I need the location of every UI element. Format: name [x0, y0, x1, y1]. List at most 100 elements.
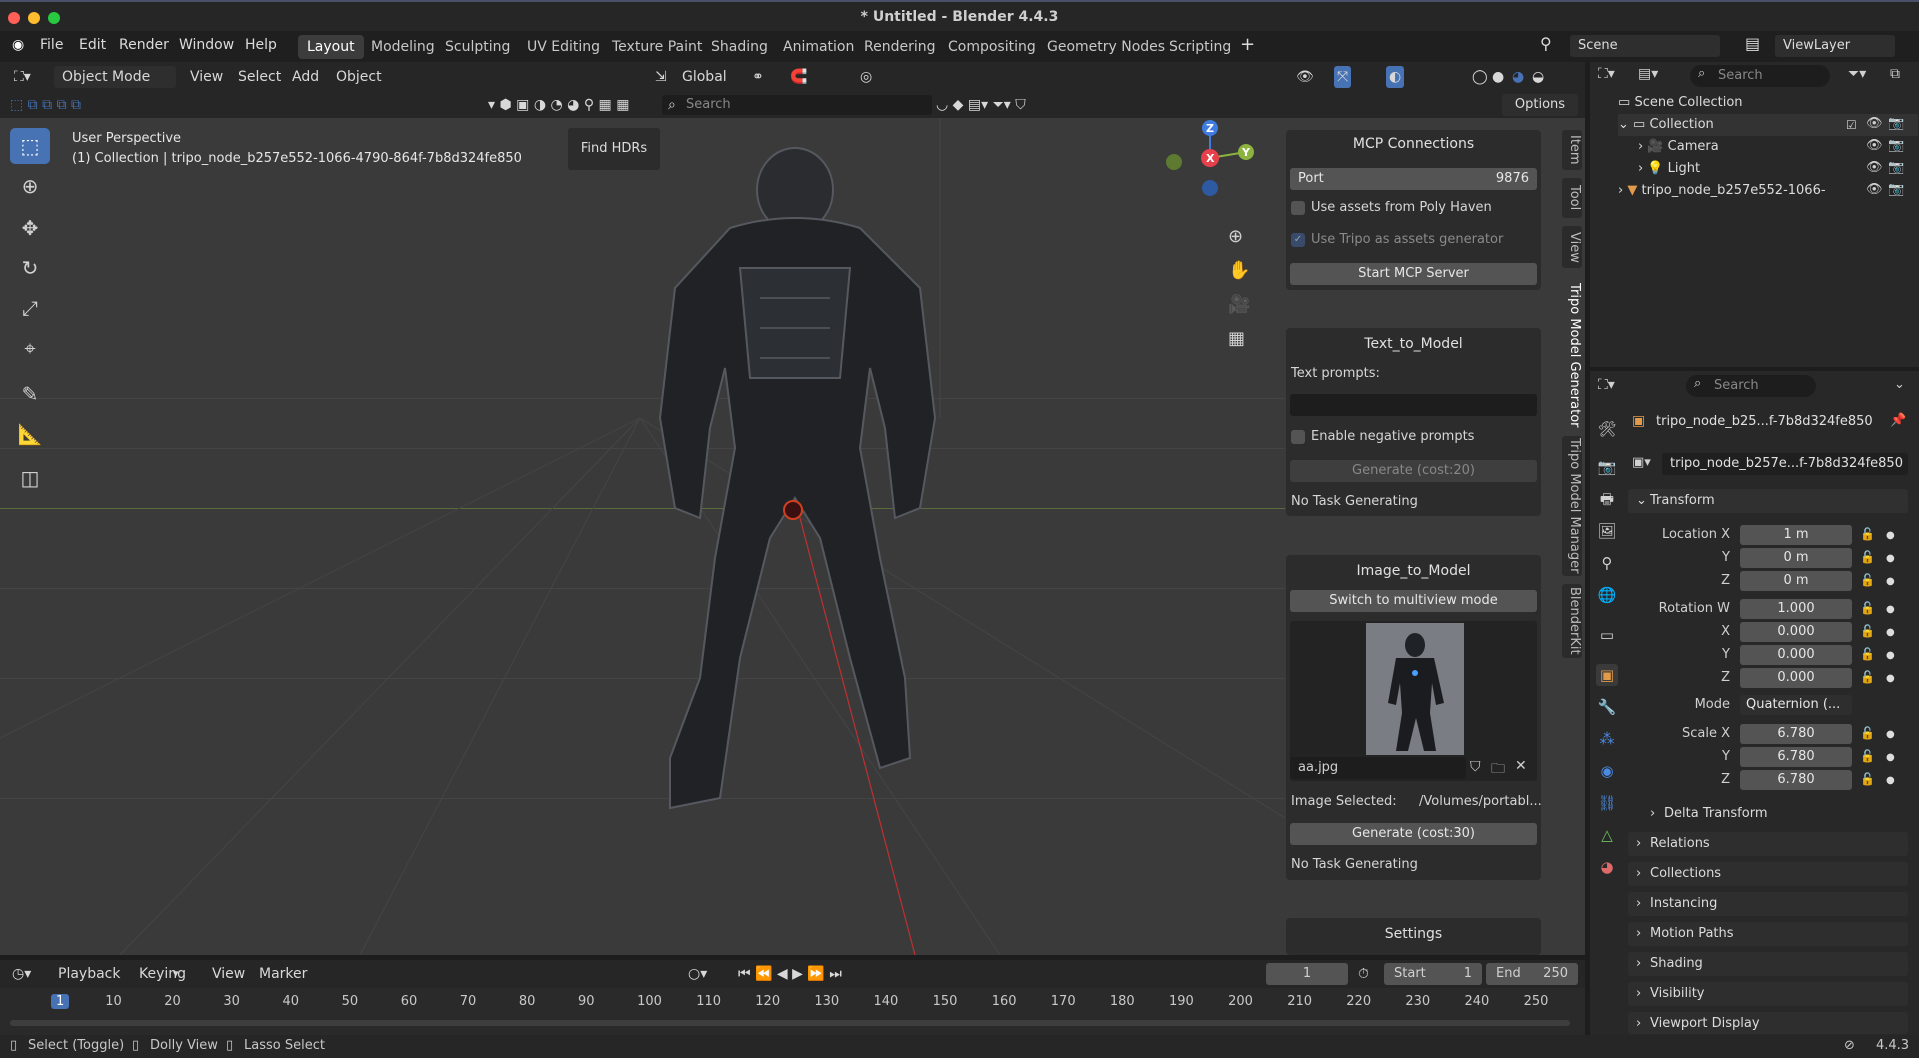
start-mcp-server-button[interactable]: Start MCP Server	[1290, 263, 1537, 285]
menu-keying[interactable]: Keying	[139, 963, 186, 985]
tab-sculpting[interactable]: Sculpting	[436, 35, 519, 59]
physics-properties-icon[interactable]: ◉	[1596, 760, 1618, 782]
menu-select[interactable]: Select	[238, 66, 281, 88]
zoom-icon[interactable]: ⊕	[1228, 226, 1243, 247]
filter-icon[interactable]: ⏷▾	[1848, 66, 1866, 82]
collection-visibility-icon[interactable]: 👁	[1866, 116, 1883, 131]
mode-selector[interactable]: Object Mode	[54, 66, 176, 88]
negative-prompts-checkbox[interactable]	[1291, 430, 1305, 444]
folder-icon[interactable]: 🗀	[1491, 758, 1505, 782]
chevron-down-icon[interactable]: ⌄	[1894, 377, 1905, 392]
camera-view-icon[interactable]: 🎥	[1228, 294, 1250, 315]
viewlayer-icon[interactable]: ▤	[1745, 34, 1760, 53]
multiview-mode-button[interactable]: Switch to multiview mode	[1290, 590, 1537, 612]
playback-controls[interactable]: ⏮ ⏪ ◀ ▶ ⏩ ⏭	[738, 963, 842, 985]
snap-icon[interactable]: 🧲	[790, 66, 807, 88]
tab-scripting[interactable]: Scripting	[1160, 35, 1240, 59]
tab-tool[interactable]: Tool	[1562, 178, 1582, 218]
menu-file[interactable]: File	[40, 37, 63, 53]
object-data-icon[interactable]: ▣▾	[1632, 455, 1651, 470]
tab-modeling[interactable]: Modeling	[362, 35, 444, 59]
tab-blenderkit[interactable]: BlenderKit	[1562, 584, 1582, 658]
tab-tripo-model-generator[interactable]: Tripo Model Generator	[1562, 282, 1582, 428]
keyframe-dot-icon[interactable]: ●	[1886, 576, 1895, 587]
add-cube-tool-icon[interactable]: ◫	[10, 460, 50, 496]
rendered-shading-icon[interactable]: ◒	[1532, 66, 1544, 88]
keyframe-dot-icon[interactable]: ●	[1886, 604, 1895, 615]
keyframe-dot-icon[interactable]: ●	[1886, 673, 1895, 684]
transform-orientation-dropdown[interactable]: Global	[682, 66, 742, 88]
menu-help[interactable]: Help	[245, 37, 277, 53]
solid-shading-icon[interactable]: ●	[1492, 66, 1504, 88]
clear-image-icon[interactable]: ✕	[1515, 758, 1527, 774]
keyframe-dot-icon[interactable]: ●	[1886, 627, 1895, 638]
lock-icon[interactable]: 🔓	[1860, 647, 1875, 661]
keyframe-dot-icon[interactable]: ●	[1886, 775, 1895, 786]
rotation-x-field[interactable]: 0.000	[1740, 622, 1852, 642]
tab-uv-editing[interactable]: UV Editing	[518, 35, 609, 59]
object-properties-icon[interactable]: ▣	[1596, 664, 1618, 686]
tab-tripo-model-manager[interactable]: Tripo Model Manager	[1562, 436, 1582, 576]
material-shading-icon[interactable]: ◕	[1512, 66, 1524, 88]
keyframe-dot-icon[interactable]: ●	[1886, 530, 1895, 541]
transform-section[interactable]: ⌄ Transform	[1628, 489, 1908, 513]
lock-icon[interactable]: 🔓	[1860, 670, 1875, 684]
location-x-field[interactable]: 1 m	[1740, 525, 1852, 545]
light-visibility-icon[interactable]: 👁	[1866, 160, 1883, 175]
shield-icon[interactable]: ⛉	[1470, 759, 1481, 775]
keyframe-dot-icon[interactable]: ●	[1886, 729, 1895, 740]
scale-tool-icon[interactable]: ⤢	[10, 290, 50, 326]
menu-object[interactable]: Object	[336, 66, 382, 88]
world-properties-icon[interactable]: 🌐	[1596, 584, 1618, 606]
visibility-section[interactable]: › Visibility	[1628, 982, 1908, 1006]
material-properties-icon[interactable]: ◕	[1596, 856, 1618, 878]
menu-render[interactable]: Render	[119, 37, 169, 53]
relations-section[interactable]: › Relations	[1628, 832, 1908, 856]
new-collection-icon[interactable]: ⧉	[1890, 66, 1900, 82]
stopwatch-icon[interactable]: ⏱	[1358, 963, 1369, 985]
location-z-field[interactable]: 0 m	[1740, 571, 1852, 591]
timeline-area[interactable]: 1 10 20 30 40 50 60 70 80 90 100 110 120 130 140 150 160…	[0, 988, 1585, 1035]
wireframe-shading-icon[interactable]: ◯	[1472, 66, 1488, 88]
menu-timeline-view[interactable]: View	[212, 963, 245, 985]
perspective-grid-icon[interactable]: ▦	[1228, 328, 1245, 349]
collection-checkbox[interactable]: ☑	[1846, 118, 1857, 132]
transform-tool-icon[interactable]: ⌖	[10, 330, 50, 366]
select-tool-icon[interactable]: ⬚	[10, 128, 50, 164]
visibility-icon[interactable]: 👁	[1296, 66, 1314, 88]
data-properties-icon[interactable]: △	[1596, 824, 1618, 846]
rotation-mode-dropdown[interactable]: Quaternion (...	[1740, 695, 1852, 715]
tab-compositing[interactable]: Compositing	[939, 35, 1045, 59]
collection-render-icon[interactable]: 📷	[1888, 116, 1904, 131]
tool-properties-icon[interactable]: 🛠	[1596, 418, 1618, 440]
cursor-tool-icon[interactable]: ⊕	[10, 168, 50, 204]
keyframe-dot-icon[interactable]: ●	[1886, 553, 1895, 564]
asset-filter-tools[interactable]: ◡ ◆ ▤▾ ⏷▾ ⛉	[936, 94, 1026, 116]
outliner-light[interactable]: › 💡 Light	[1638, 158, 1700, 180]
modifier-properties-icon[interactable]: 🔧	[1596, 696, 1618, 718]
viewlayer-selector[interactable]: ViewLayer	[1775, 35, 1895, 57]
add-workspace-icon[interactable]: +	[1240, 34, 1255, 55]
instancing-section[interactable]: › Instancing	[1628, 892, 1908, 916]
lock-icon[interactable]: 🔓	[1860, 573, 1875, 587]
port-field[interactable]: Port 9876	[1290, 168, 1537, 190]
viewport-display-section[interactable]: › Viewport Display	[1628, 1012, 1908, 1034]
scale-x-field[interactable]: 6.780	[1740, 724, 1852, 744]
image-generate-button[interactable]: Generate (cost:30)	[1290, 823, 1537, 845]
gizmo-toggle-icon[interactable]: ⤧	[1334, 66, 1352, 88]
tab-layout[interactable]: Layout	[298, 35, 364, 59]
outliner-scene-collection[interactable]: ▭ Scene Collection	[1618, 92, 1743, 114]
asset-search-input[interactable]: Search	[662, 95, 932, 115]
text-prompt-input[interactable]	[1290, 394, 1537, 416]
outliner-search-input[interactable]: Search	[1690, 65, 1830, 87]
display-mode-icon[interactable]: ▤▾	[1638, 66, 1658, 82]
navigation-gizmo[interactable]	[1160, 118, 1270, 208]
node-visibility-icon[interactable]: 👁	[1866, 182, 1883, 197]
scene-properties-icon[interactable]: ⚲	[1596, 552, 1618, 574]
tab-texture-paint[interactable]: Texture Paint	[603, 35, 711, 59]
properties-editor-icon[interactable]: ⛶▾	[1598, 377, 1615, 393]
delta-transform-section[interactable]: › Delta Transform	[1642, 802, 1908, 826]
rotation-w-field[interactable]: 1.000	[1740, 599, 1852, 619]
menu-add[interactable]: Add	[292, 66, 319, 88]
start-frame-field[interactable]: Start 1	[1384, 963, 1482, 985]
